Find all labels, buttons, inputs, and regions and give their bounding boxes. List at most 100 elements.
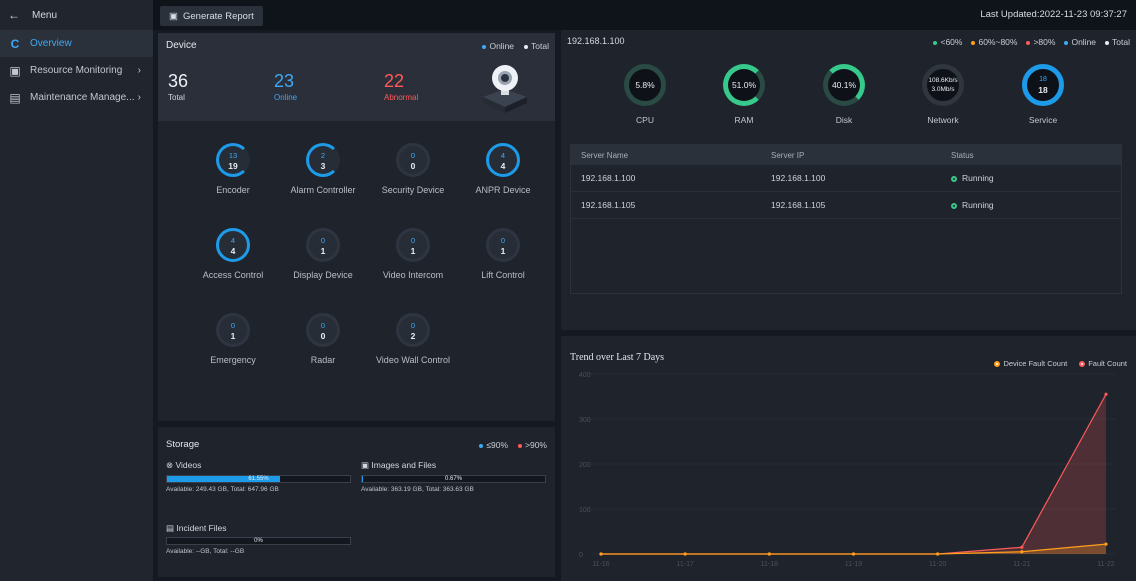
- sidebar: ← Menu C Overview ▣ Resource Monitoring …: [0, 0, 153, 581]
- images-heading: ▣ Images and Files: [361, 460, 437, 470]
- total-count: 1: [500, 246, 506, 256]
- device-legend: Online Total: [482, 41, 549, 51]
- device-ring: 13 19: [216, 143, 250, 177]
- device-type-item[interactable]: 13 19 Encoder: [188, 143, 278, 195]
- cell-status: Running: [941, 173, 994, 183]
- sidebar-item-resource-monitoring[interactable]: ▣ Resource Monitoring ›: [0, 57, 153, 84]
- incident-bar: 0%: [166, 537, 351, 545]
- x-tick-label: 11-19: [845, 561, 862, 568]
- sidebar-item-maintenance[interactable]: ▤ Maintenance Manage... ›: [0, 84, 153, 111]
- total-stat: 36 Total: [168, 71, 188, 102]
- back-arrow-icon[interactable]: ←: [8, 8, 20, 22]
- y-tick-label: 300: [579, 417, 591, 424]
- y-tick-label: 400: [579, 372, 591, 379]
- cpu-gauge[interactable]: 5.8% CPU: [615, 64, 675, 125]
- device-ring: 01: [306, 228, 340, 262]
- y-tick-label: 0: [579, 552, 583, 559]
- table-header: Server Name Server IP Status: [571, 145, 1121, 165]
- cell-server-ip: 192.168.1.105: [771, 200, 826, 210]
- service-gauge[interactable]: 18 18 Service: [1013, 64, 1073, 125]
- data-point: [936, 552, 940, 556]
- y-tick-label: 200: [579, 462, 591, 469]
- sidebar-item-label: Resource Monitoring: [30, 65, 123, 76]
- sidebar-item-overview[interactable]: C Overview: [0, 30, 153, 57]
- legend-mid: 60%~80%: [971, 37, 1017, 47]
- trend-chart: 0 100 200 300 400 11-16 11-17 11-18 11-19 11-20 11…: [579, 372, 1116, 568]
- col-server-ip: Server IP: [771, 150, 805, 160]
- total-count: 4: [230, 246, 236, 256]
- total-count: 36: [168, 71, 189, 91]
- device-ring: 01: [396, 228, 430, 262]
- device-type-item[interactable]: 0 1 Emergency: [188, 313, 278, 365]
- series-area: [601, 394, 1106, 554]
- ram-gauge[interactable]: 51.0% RAM: [714, 64, 774, 125]
- data-point: [1020, 550, 1024, 554]
- network-down: 3.0Mb/s: [931, 86, 955, 93]
- running-icon: [951, 175, 957, 182]
- cpu-ring: 5.8%: [624, 64, 666, 106]
- cell-server-ip: 192.168.1.100: [771, 173, 826, 183]
- device-ring: 44: [216, 228, 250, 262]
- network-gauge[interactable]: 108.6Kb/s 3.0Mb/s Network: [913, 64, 973, 125]
- online-count: 4: [500, 151, 506, 160]
- device-type-name: Radar: [310, 355, 336, 365]
- device-type-name: Encoder: [216, 185, 250, 195]
- online-count: 4: [230, 236, 236, 245]
- x-tick-label: 11-17: [676, 561, 693, 568]
- col-status: Status: [951, 150, 974, 160]
- trend-panel: Trend over Last 7 Days Device Fault Coun…: [561, 336, 1136, 581]
- total-count: 1: [320, 246, 326, 256]
- videos-heading: ⊗ Videos: [166, 460, 202, 470]
- maintenance-icon: ▤: [9, 90, 21, 105]
- menu-header[interactable]: ← Menu: [0, 0, 153, 30]
- total-count: 0: [320, 331, 326, 341]
- camera-icon: [483, 65, 527, 113]
- storage-legend: ≤90% >90%: [479, 440, 547, 450]
- chevron-right-icon: ›: [137, 65, 141, 76]
- device-ring: 00: [396, 143, 430, 177]
- online-count: 2: [320, 151, 326, 160]
- device-ring: 02: [396, 313, 430, 347]
- x-tick-label: 11-22: [1097, 561, 1114, 568]
- data-point: [851, 552, 856, 556]
- top-bar: ▣ Generate Report Last Updated:2022-11-2…: [153, 0, 1136, 30]
- legend-lt60: <60%: [933, 37, 962, 47]
- device-type-item[interactable]: 0 2 Video Wall Control: [368, 313, 458, 365]
- device-type-item[interactable]: 4 4 Access Control: [188, 228, 278, 280]
- online-count: 0: [500, 236, 506, 245]
- data-point: [599, 552, 603, 556]
- device-type-item[interactable]: 2 3 Alarm Controller: [278, 143, 368, 195]
- legend-total: Total: [1105, 37, 1130, 47]
- data-point: [1020, 545, 1024, 549]
- device-type-name: Display Device: [293, 270, 353, 280]
- device-type-item[interactable]: 4 4 ANPR Device: [458, 143, 548, 195]
- device-type-item[interactable]: 0 1 Lift Control: [458, 228, 548, 280]
- online-count: 0: [230, 321, 236, 330]
- x-tick-label: 11-20: [929, 561, 946, 568]
- device-type-item[interactable]: 0 0 Security Device: [368, 143, 458, 195]
- table-row[interactable]: 192.168.1.100 192.168.1.100 Running: [571, 165, 1121, 192]
- device-type-item[interactable]: 0 1 Display Device: [278, 228, 368, 280]
- generate-report-button[interactable]: ▣ Generate Report: [160, 6, 263, 26]
- images-pct: 0.67%: [444, 476, 462, 482]
- images-available: Available: 363.19 GB, Total: 363.63 GB: [361, 486, 474, 493]
- y-tick-label: 100: [579, 507, 591, 514]
- device-summary: Device Online Total 36 Total 23 Online 2…: [158, 33, 555, 121]
- monitor-icon: ▣: [9, 63, 21, 78]
- col-server-name: Server Name: [581, 150, 629, 160]
- service-online: 18: [1039, 76, 1047, 83]
- last-updated: Last Updated:2022-11-23 09:37:27: [980, 9, 1127, 20]
- incident-available: Available: --GB, Total: --GB: [166, 548, 245, 555]
- generate-report-label: Generate Report: [182, 10, 254, 22]
- device-type-item[interactable]: 0 1 Video Intercom: [368, 228, 458, 280]
- table-row[interactable]: 192.168.1.105 192.168.1.105 Running: [571, 192, 1121, 219]
- device-type-name: Lift Control: [481, 270, 525, 280]
- server-ip-title: 192.168.1.100: [567, 36, 625, 46]
- x-tick-label: 11-18: [761, 561, 778, 568]
- online-count: 0: [410, 236, 416, 245]
- cpu-label: CPU: [636, 115, 654, 125]
- service-ring: 18 18: [1022, 64, 1064, 106]
- disk-gauge[interactable]: 40.1% Disk: [814, 64, 874, 125]
- images-bar: 0.67%: [361, 475, 546, 483]
- device-type-item[interactable]: 0 0 Radar: [278, 313, 368, 365]
